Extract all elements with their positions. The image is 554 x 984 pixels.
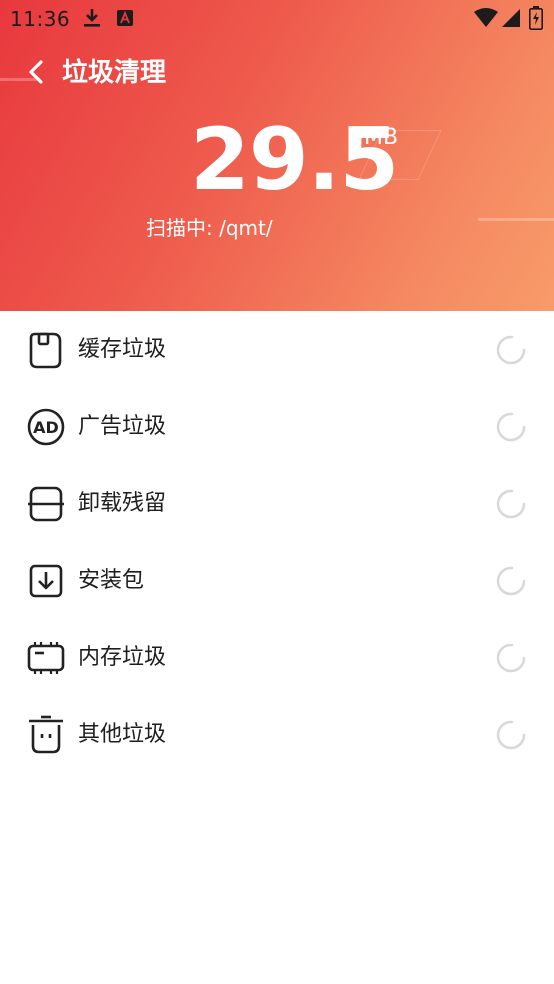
- loading-spinner-icon: [496, 566, 526, 596]
- header-panel: 11:36 垃圾清理 29.5 MB 扫描中: /qmt/: [0, 0, 554, 311]
- list-item-label: 内存垃圾: [78, 645, 167, 670]
- install-package-icon: [29, 564, 63, 598]
- loading-spinner-icon: [496, 412, 526, 442]
- list-item-ad[interactable]: AD 广告垃圾: [0, 388, 554, 465]
- list-item-cache[interactable]: 缓存垃圾: [0, 311, 554, 388]
- scan-status: 扫描中: /qmt/: [146, 216, 273, 240]
- list-item-label: 广告垃圾: [78, 414, 167, 439]
- loading-spinner-icon: [496, 643, 526, 673]
- uninstall-residue-icon: [28, 486, 64, 522]
- list-item-label: 缓存垃圾: [78, 337, 167, 362]
- junk-size-unit: MB: [364, 125, 399, 150]
- app-notification-icon: [117, 10, 133, 26]
- loading-spinner-icon: [496, 489, 526, 519]
- list-item-memory[interactable]: 内存垃圾: [0, 619, 554, 696]
- ad-icon: AD: [27, 408, 65, 446]
- loading-spinner-icon: [496, 720, 526, 750]
- trash-icon: [29, 715, 63, 754]
- junk-category-list: 缓存垃圾 AD 广告垃圾 卸载残留 安装包 内存垃圾 其他垃圾: [0, 311, 554, 773]
- memory-icon: [27, 642, 65, 674]
- signal-icon: [502, 9, 520, 27]
- list-item-uninstall-residue[interactable]: 卸载残留: [0, 465, 554, 542]
- loading-spinner-icon: [496, 335, 526, 365]
- battery-icon: [529, 6, 543, 30]
- chevron-left-icon[interactable]: [24, 56, 50, 88]
- status-time: 11:36: [10, 7, 71, 31]
- svg-text:AD: AD: [33, 418, 59, 437]
- status-bar: 11:36: [0, 0, 554, 38]
- list-item-label: 其他垃圾: [78, 722, 167, 747]
- cache-icon: [29, 332, 62, 369]
- decoration-line: [478, 218, 554, 221]
- list-item-install-package[interactable]: 安装包: [0, 542, 554, 619]
- page-title: 垃圾清理: [62, 58, 167, 88]
- list-item-label: 安装包: [78, 568, 145, 593]
- wifi-icon: [474, 8, 498, 27]
- download-icon: [84, 9, 100, 27]
- list-item-label: 卸载残留: [78, 491, 167, 516]
- list-item-other[interactable]: 其他垃圾: [0, 696, 554, 773]
